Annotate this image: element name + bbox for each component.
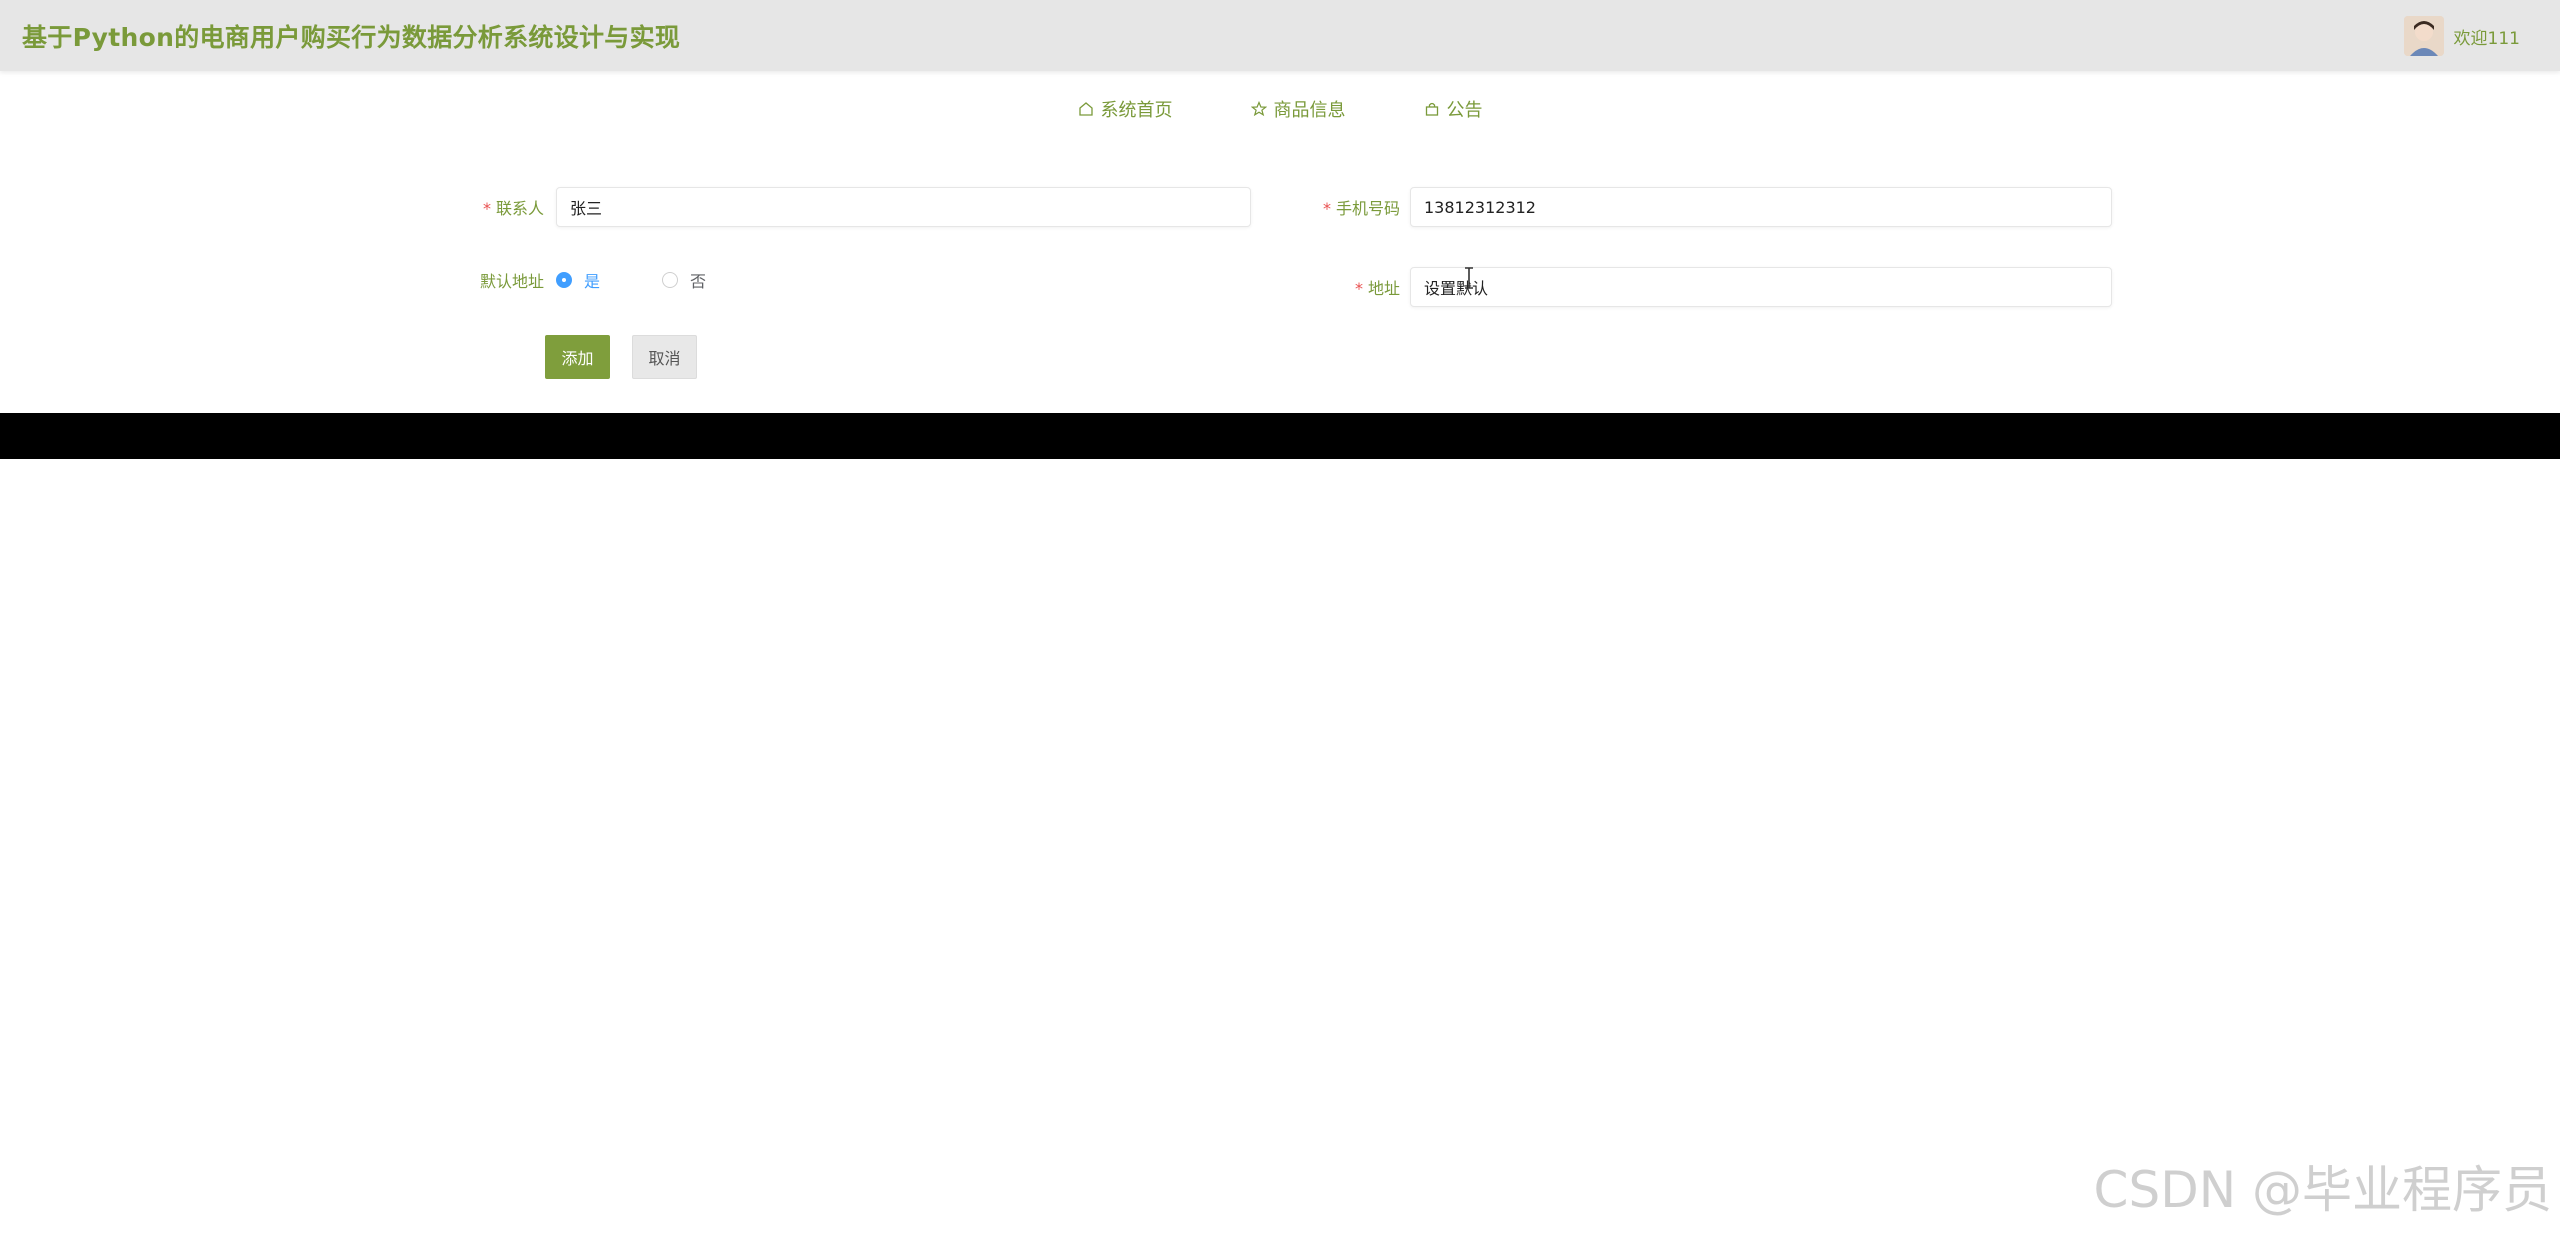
default-address-label: 默认地址 (480, 272, 545, 291)
contact-input[interactable]: 张三 (556, 187, 1251, 227)
bag-icon (1425, 102, 1438, 116)
footer-bar (0, 413, 2560, 459)
nav-item-label: 商品信息 (1273, 100, 1346, 121)
nav-item-label: 系统首页 (1100, 100, 1173, 121)
radio-no-label: 否 (690, 272, 707, 291)
default-address-radio-group: 是 否 (556, 268, 768, 292)
radio-no[interactable]: 否 (662, 268, 706, 292)
radio-yes[interactable]: 是 (556, 268, 600, 292)
app-title: 基于Python的电商用户购买行为数据分析系统设计与实现 (22, 23, 681, 52)
text-cursor-icon (1465, 267, 1473, 289)
radio-yes-label: 是 (584, 272, 601, 291)
contact-row: * 联系人 张三 (480, 187, 1251, 227)
user-area[interactable]: 欢迎111 (2403, 16, 2520, 56)
welcome-text[interactable]: 欢迎111 (2454, 24, 2520, 49)
nav-item-label: 公告 (1446, 100, 1483, 121)
nav-item-products[interactable]: 商品信息 (1250, 96, 1346, 122)
radio-yes-dot[interactable] (556, 272, 572, 288)
phone-row: * 手机号码 13812312312 (1310, 187, 2112, 227)
address-label: * 地址 (1354, 279, 1400, 298)
watermark: CSDN @毕业程序员 (2093, 1161, 2552, 1219)
contact-label: * 联系人 (482, 199, 544, 218)
add-button[interactable]: 添加 (545, 335, 610, 379)
default-address-row: 默认地址 是 否 (480, 268, 768, 292)
radio-no-dot[interactable] (662, 272, 679, 288)
nav-item-notice[interactable]: 公告 (1424, 96, 1483, 122)
home-icon (1078, 102, 1093, 116)
star-icon (1250, 101, 1267, 117)
main-nav: 系统首页 商品信息 公告 (0, 96, 2560, 122)
phone-label: * 手机号码 (1322, 199, 1400, 218)
cancel-button[interactable]: 取消 (632, 335, 697, 379)
address-row: * 地址 设置默认 (1310, 267, 2112, 307)
nav-item-home[interactable]: 系统首页 (1078, 96, 1173, 122)
phone-input[interactable]: 13812312312 (1410, 187, 2112, 227)
address-input[interactable]: 设置默认 (1410, 267, 2112, 307)
top-header: 基于Python的电商用户购买行为数据分析系统设计与实现 欢迎111 (0, 0, 2560, 71)
avatar[interactable] (2403, 16, 2444, 56)
